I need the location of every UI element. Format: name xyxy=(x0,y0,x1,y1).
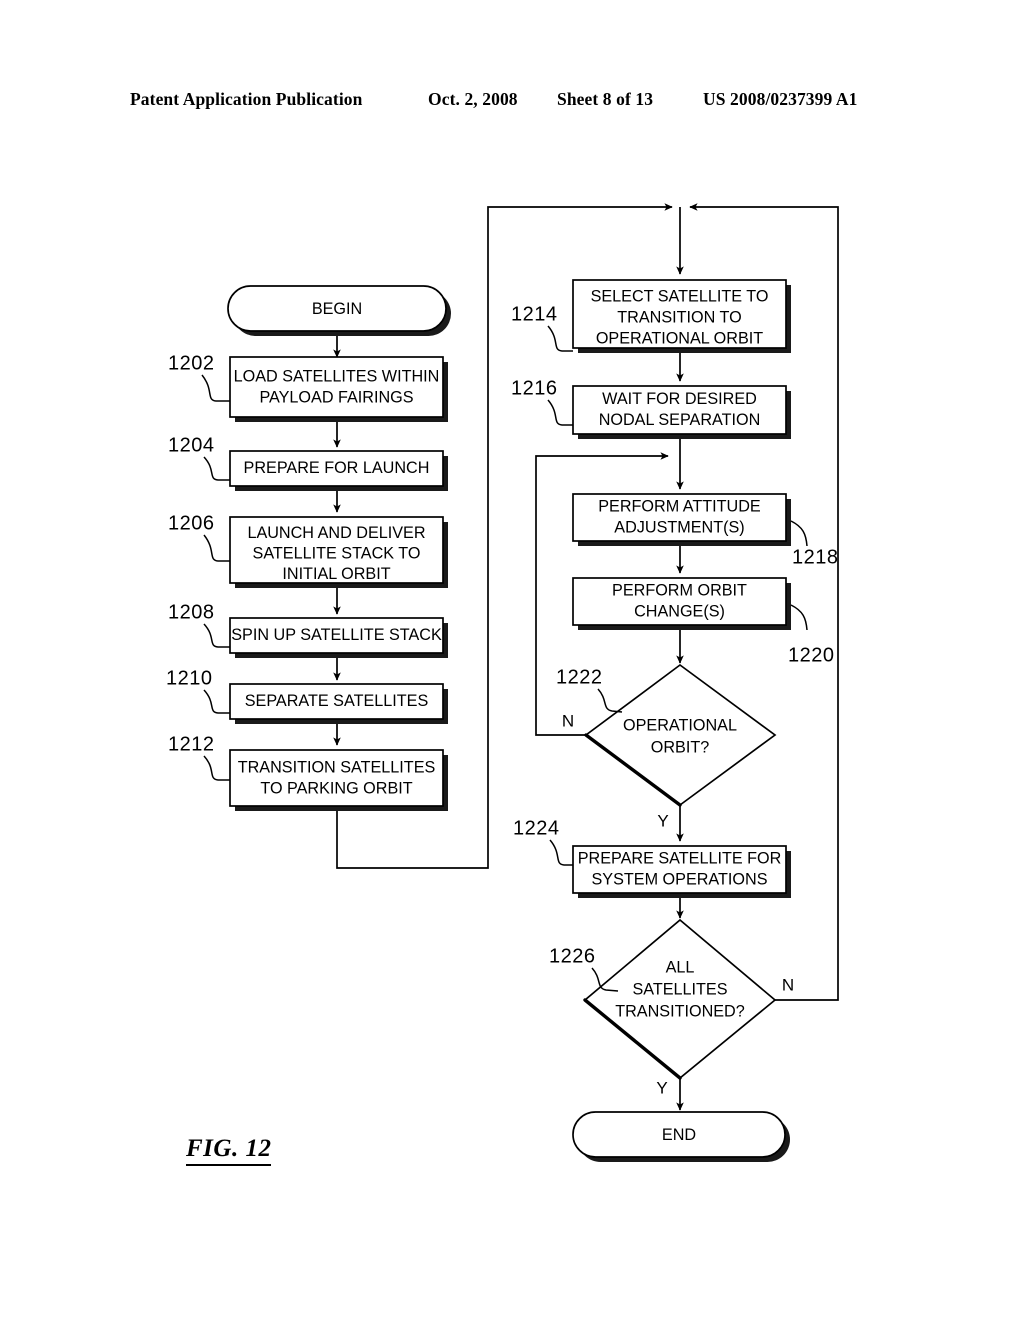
figure-label: FIG. 12 xyxy=(186,1135,272,1167)
node-1206-line1: LAUNCH AND DELIVER xyxy=(247,524,425,542)
node-1224-line2: SYSTEM OPERATIONS xyxy=(592,870,768,888)
node-1212-line2: TO PARKING ORBIT xyxy=(260,779,412,797)
ref-1202: 1202 xyxy=(168,352,230,402)
branch-label-1222-no: N xyxy=(562,711,574,730)
ref-1212: 1212 xyxy=(168,733,230,781)
ref-1204: 1204 xyxy=(168,434,230,481)
ref-1210: 1210 xyxy=(166,667,230,714)
node-1202-line1: LOAD SATELLITES WITHIN xyxy=(234,367,440,385)
node-1212[interactable]: TRANSITION SATELLITES TO PARKING ORBIT xyxy=(229,749,448,811)
ref-1212-label: 1212 xyxy=(168,733,215,755)
ref-1202-label: 1202 xyxy=(168,352,215,374)
node-1208[interactable]: SPIN UP SATELLITE STACK xyxy=(229,617,448,658)
ref-1210-label: 1210 xyxy=(166,667,213,689)
ref-1204-label: 1204 xyxy=(168,434,215,456)
node-end-label: END xyxy=(662,1126,696,1144)
node-begin-label: BEGIN xyxy=(312,300,362,318)
node-1222[interactable]: OPERATIONAL ORBIT? xyxy=(584,663,777,807)
node-1204[interactable]: PREPARE FOR LAUNCH xyxy=(229,450,448,491)
node-1212-line1: TRANSITION SATELLITES xyxy=(238,758,436,776)
node-1208-line1: SPIN UP SATELLITE STACK xyxy=(231,626,442,644)
ref-1206-label: 1206 xyxy=(168,512,215,534)
ref-1220-label: 1220 xyxy=(788,644,835,666)
node-1202-line2: PAYLOAD FAIRINGS xyxy=(259,388,413,406)
ref-1214: 1214 xyxy=(511,303,573,352)
node-1226-line3: TRANSITIONED? xyxy=(615,1002,745,1020)
node-1222-line1: OPERATIONAL xyxy=(623,716,737,734)
ref-1220: 1220 xyxy=(788,604,835,666)
branch-label-1226-yes: Y xyxy=(656,1078,667,1097)
ref-1216: 1216 xyxy=(511,377,573,426)
ref-1226-label: 1226 xyxy=(549,945,596,967)
node-1218[interactable]: PERFORM ATTITUDE ADJUSTMENT(S) xyxy=(572,493,791,546)
ref-1214-label: 1214 xyxy=(511,303,558,325)
patent-figure-page: Patent Application Publication Oct. 2, 2… xyxy=(0,0,1024,1320)
node-1206[interactable]: LAUNCH AND DELIVER SATELLITE STACK TO IN… xyxy=(229,516,448,588)
ref-1216-label: 1216 xyxy=(511,377,558,399)
branch-label-1226-no: N xyxy=(782,975,794,994)
ref-1222: 1222 xyxy=(556,666,623,713)
node-1206-line3: INITIAL ORBIT xyxy=(282,565,390,583)
ref-1224: 1224 xyxy=(513,817,573,866)
node-1214-line2: TRANSITION TO xyxy=(617,308,741,326)
node-begin[interactable]: BEGIN xyxy=(227,285,451,336)
node-1226-line1: ALL xyxy=(666,958,695,976)
node-1226-line2: SATELLITES xyxy=(632,980,727,998)
ref-1208: 1208 xyxy=(168,601,230,648)
ref-1208-label: 1208 xyxy=(168,601,215,623)
node-1214-line3: OPERATIONAL ORBIT xyxy=(596,329,763,347)
node-1222-line2: ORBIT? xyxy=(651,738,709,756)
node-1214-line1: SELECT SATELLITE TO xyxy=(591,287,769,305)
node-1206-line2: SATELLITE STACK TO xyxy=(253,544,421,562)
ref-1218: 1218 xyxy=(790,520,839,568)
ref-1224-label: 1224 xyxy=(513,817,560,839)
node-1226[interactable]: ALL SATELLITES TRANSITIONED? xyxy=(583,918,777,1080)
branch-label-1222-yes: Y xyxy=(657,811,668,830)
node-1224-line1: PREPARE SATELLITE FOR xyxy=(578,849,782,867)
ref-1222-label: 1222 xyxy=(556,666,603,688)
node-1214[interactable]: SELECT SATELLITE TO TRANSITION TO OPERAT… xyxy=(572,279,791,353)
node-1224[interactable]: PREPARE SATELLITE FOR SYSTEM OPERATIONS xyxy=(572,845,791,898)
node-1210[interactable]: SEPARATE SATELLITES xyxy=(229,683,448,724)
ref-1206: 1206 xyxy=(168,512,230,562)
node-1218-line2: ADJUSTMENT(S) xyxy=(614,518,744,536)
node-1220-line2: CHANGE(S) xyxy=(634,602,725,620)
node-1216[interactable]: WAIT FOR DESIRED NODAL SEPARATION xyxy=(572,385,791,439)
node-1220[interactable]: PERFORM ORBIT CHANGE(S) xyxy=(572,577,791,630)
node-1220-line1: PERFORM ORBIT xyxy=(612,581,747,599)
node-1216-line1: WAIT FOR DESIRED xyxy=(602,390,757,408)
node-1218-line1: PERFORM ATTITUDE xyxy=(598,497,761,515)
node-1202[interactable]: LOAD SATELLITES WITHIN PAYLOAD FAIRINGS xyxy=(229,356,448,422)
flowchart-figure: BEGIN LOAD SATELLITES WITHIN PAYLOAD FAI… xyxy=(166,203,839,1162)
ref-1218-label: 1218 xyxy=(792,546,839,568)
node-1210-line1: SEPARATE SATELLITES xyxy=(245,692,429,710)
node-1216-line2: NODAL SEPARATION xyxy=(599,411,761,429)
node-1204-line1: PREPARE FOR LAUNCH xyxy=(244,459,430,477)
node-end[interactable]: END xyxy=(572,1111,790,1162)
